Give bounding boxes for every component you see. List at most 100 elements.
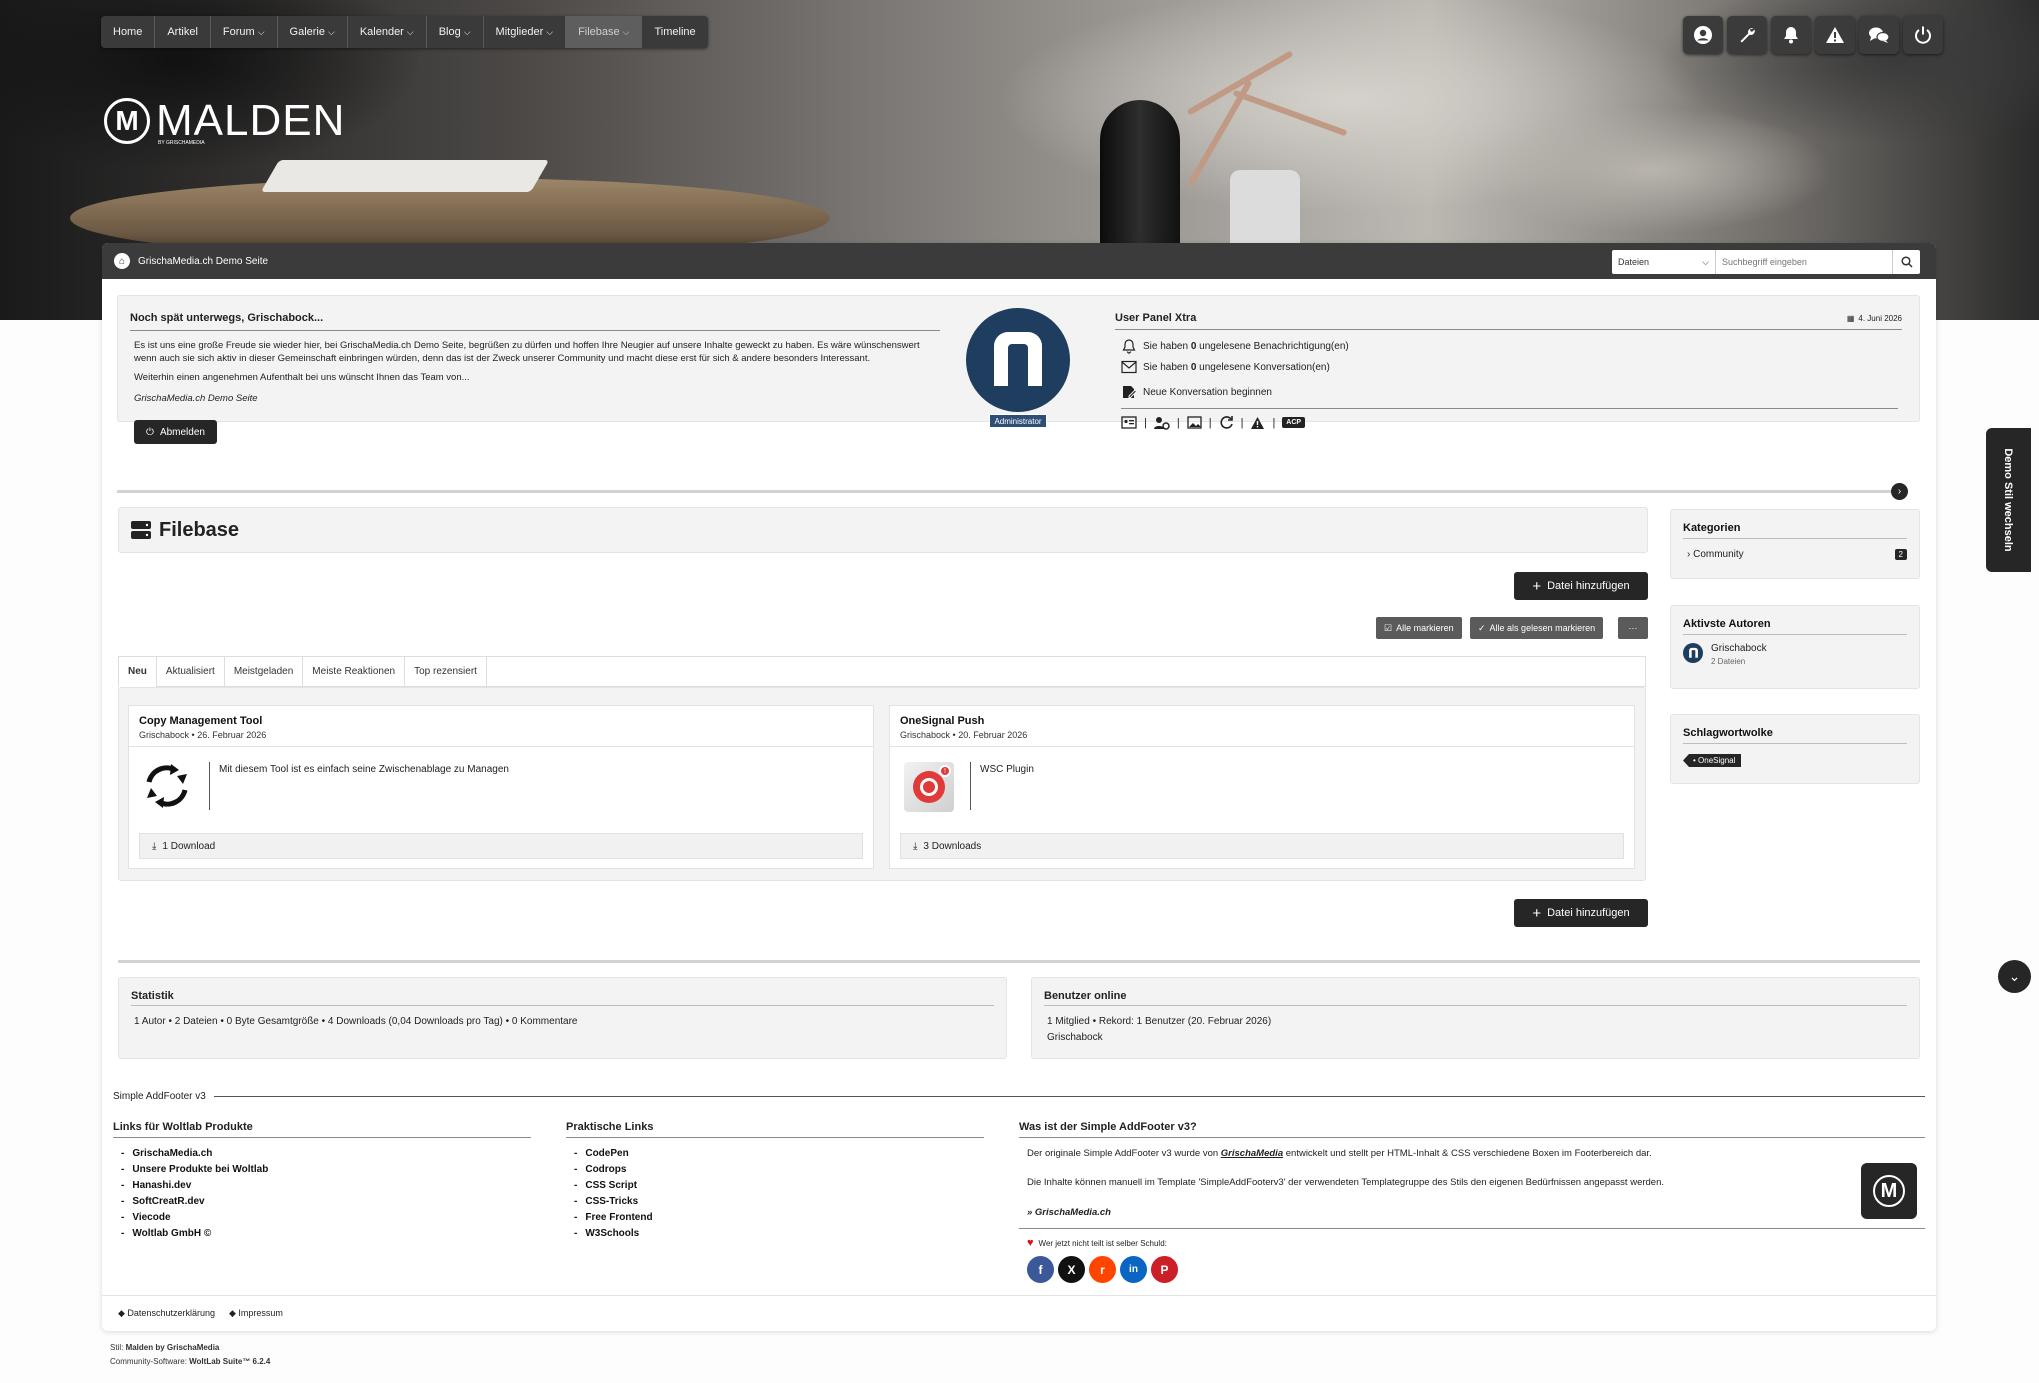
home-icon[interactable]: ⌂ — [114, 253, 130, 269]
footer-link[interactable]: Hanashi.dev — [121, 1178, 531, 1194]
sidebar-title: Aktivste Autoren — [1683, 618, 1771, 630]
privacy-link[interactable]: ◆ Datenschutzerklärung — [118, 1308, 215, 1319]
divider — [1683, 634, 1907, 635]
footer-link[interactable]: GrischaMedia.ch — [121, 1146, 531, 1162]
tab-meistgeladen[interactable]: Meistgeladen — [225, 657, 304, 687]
file-meta: Grischabock • 20. Februar 2026 — [900, 730, 1028, 740]
author-item[interactable]: Grischabock 2 Dateien — [1683, 643, 1907, 666]
footer-link[interactable]: CodePen — [574, 1146, 984, 1162]
author-name[interactable]: Grischabock — [1711, 643, 1767, 654]
scroll-down-button[interactable]: ⌄ — [1998, 960, 2031, 993]
file-card[interactable]: OneSignal Push Grischabock • 20. Februar… — [889, 705, 1635, 869]
user-navigation — [1683, 16, 1943, 54]
footer-link[interactable]: Viecode — [121, 1210, 531, 1226]
footer-link[interactable]: CSS-Tricks — [574, 1194, 984, 1210]
heart-icon: ♥ — [1027, 1237, 1034, 1249]
search-scope-select[interactable]: Dateien ⌵ — [1612, 250, 1716, 274]
footer-logo: M — [1861, 1163, 1917, 1219]
logout-button[interactable] — [1903, 16, 1943, 54]
chevron-right-icon[interactable]: › — [1891, 483, 1908, 500]
sidebar-item-community[interactable]: › Community 2 — [1683, 549, 1907, 560]
imprint-link[interactable]: ◆ Impressum — [229, 1308, 283, 1319]
avatar-logo-icon — [994, 332, 1042, 386]
avatar — [1683, 643, 1703, 663]
footer-link[interactable]: CSS Script — [574, 1178, 984, 1194]
welcome-signature: GrischaMedia.ch Demo Seite — [134, 393, 258, 404]
footer-link[interactable]: Unsere Produkte bei Woltlab — [121, 1162, 531, 1178]
footer-link[interactable]: Woltlab GmbH © — [121, 1226, 531, 1242]
divider — [1044, 1005, 1907, 1006]
users-online-text: 1 Mitglied • Rekord: 1 Benutzer (20. Feb… — [1047, 1016, 1272, 1027]
x-icon[interactable]: X — [1058, 1256, 1085, 1283]
statistics-box: Statistik 1 Autor • 2 Dateien • 0 Byte G… — [118, 977, 1007, 1059]
avatar[interactable] — [966, 308, 1070, 412]
tab-meiste-reaktionen[interactable]: Meiste Reaktionen — [303, 657, 406, 687]
acp-button[interactable]: ACP — [1282, 417, 1306, 428]
style-switcher-tab[interactable]: Demo Stil wechseln — [1986, 428, 2031, 572]
more-options-button[interactable]: ··· — [1618, 617, 1648, 639]
nav-galerie[interactable]: Galerie ⌵ — [278, 16, 348, 48]
conversations-info[interactable]: Sie haben 0 ungelesene Konversation(en) — [1121, 360, 1902, 374]
logout-action-button[interactable]: ⏻ Abmelden — [134, 420, 217, 444]
tab-neu[interactable]: Neu — [119, 657, 157, 687]
warning-icon[interactable] — [1250, 416, 1265, 430]
tab-top-rezensiert[interactable]: Top rezensiert — [405, 657, 487, 687]
nav-filebase[interactable]: Filebase ⌵ — [566, 16, 643, 48]
search-input[interactable] — [1716, 250, 1892, 274]
welcome-paragraph: Weiterhin einen angenehmen Aufenthalt be… — [134, 372, 470, 383]
nav-timeline[interactable]: Timeline — [642, 16, 707, 48]
moderation-button[interactable] — [1815, 16, 1855, 54]
compose-icon — [1123, 386, 1137, 398]
add-file-button[interactable]: + Datei hinzufügen — [1514, 899, 1648, 927]
divider — [1019, 1137, 1925, 1138]
conversations-button[interactable] — [1859, 16, 1899, 54]
wrench-icon — [1740, 28, 1755, 43]
footer-link[interactable]: Free Frontend — [574, 1210, 984, 1226]
site-logo[interactable]: M MALDEN BY GRISCHAMEDIA — [104, 96, 345, 146]
online-user[interactable]: Grischabock — [1044, 1032, 1907, 1043]
file-card[interactable]: Copy Management Tool Grischabock • 26. F… — [128, 705, 874, 869]
footer-brand-link[interactable]: » GrischaMedia.ch — [1019, 1207, 1925, 1218]
footer-column-about: Was ist der Simple AddFooter v3? Der ori… — [1019, 1121, 1925, 1283]
tab-aktualisiert[interactable]: Aktualisiert — [157, 657, 225, 687]
nav-artikel[interactable]: Artikel — [155, 16, 211, 48]
add-file-button[interactable]: + Datei hinzufügen — [1514, 572, 1648, 600]
nav-kalender[interactable]: Kalender ⌵ — [348, 16, 427, 48]
nav-mitglieder[interactable]: Mitglieder ⌵ — [484, 16, 567, 48]
breadcrumb[interactable]: GrischaMedia.ch Demo Seite — [138, 256, 268, 267]
notifications-info[interactable]: Sie haben 0 ungelesene Benachrichtigung(… — [1121, 338, 1902, 354]
nav-blog[interactable]: Blog ⌵ — [427, 16, 484, 48]
file-title[interactable]: OneSignal Push — [900, 715, 1624, 727]
reddit-icon[interactable]: r — [1089, 1256, 1116, 1283]
user-panel-title: User Panel Xtra — [1115, 312, 1197, 324]
welcome-paragraph: Es ist uns eine große Freude sie wieder … — [134, 340, 920, 364]
file-title[interactable]: Copy Management Tool — [139, 715, 863, 727]
user-cog-icon[interactable] — [1153, 416, 1170, 430]
mark-all-read-button[interactable]: ✓ Alle als gelesen markieren — [1470, 617, 1604, 639]
chevron-down-icon: ⌵ — [406, 27, 414, 37]
footer-column-title: Was ist der Simple AddFooter v3? — [1019, 1121, 1197, 1133]
nav-home[interactable]: Home — [101, 16, 156, 48]
refresh-icon[interactable] — [1219, 415, 1234, 430]
pinterest-icon[interactable]: P — [1151, 1256, 1178, 1283]
facebook-icon[interactable]: f — [1027, 1256, 1054, 1283]
tag-onesignal[interactable]: • OneSignal — [1683, 754, 1742, 767]
chevron-down-icon: ⌵ — [257, 27, 265, 37]
search-button[interactable] — [1892, 250, 1920, 274]
checkbox-icon: ☑ — [1384, 622, 1393, 633]
footer-link[interactable]: SoftCreatR.dev — [121, 1194, 531, 1210]
image-icon[interactable] — [1187, 416, 1202, 429]
new-conversation-link[interactable]: Neue Konversation beginnen — [1121, 384, 1902, 400]
settings-button[interactable] — [1727, 16, 1767, 54]
nav-forum[interactable]: Forum ⌵ — [211, 16, 278, 48]
recycle-arrows-icon — [143, 762, 191, 810]
id-card-icon[interactable] — [1121, 416, 1137, 429]
footer-link[interactable]: Codrops — [574, 1162, 984, 1178]
footer-link[interactable]: W3Schools — [574, 1226, 984, 1242]
user-menu-button[interactable] — [1683, 16, 1723, 54]
mark-all-button[interactable]: ☑ Alle markieren — [1376, 617, 1462, 639]
linkedin-icon[interactable]: in — [1120, 1256, 1147, 1283]
notifications-button[interactable] — [1771, 16, 1811, 54]
main-navigation: Home Artikel Forum ⌵ Galerie ⌵ Kalender ⌵ B… — [101, 16, 708, 48]
statistics-text: 1 Autor • 2 Dateien • 0 Byte Gesamtgröße… — [134, 1016, 578, 1027]
